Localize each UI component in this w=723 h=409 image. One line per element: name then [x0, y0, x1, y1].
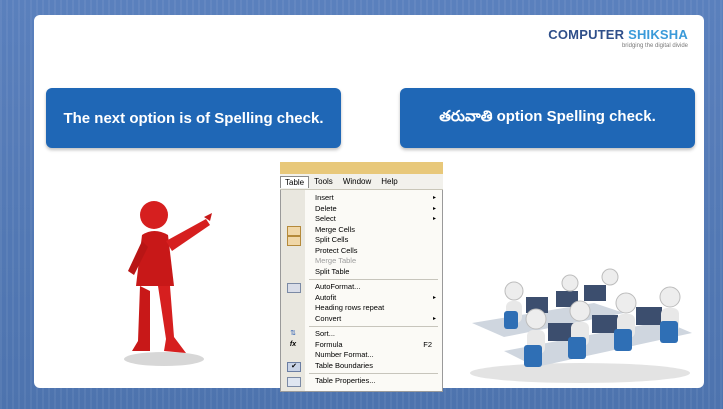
computer-lab-illustration: [470, 268, 692, 383]
logo-tagline: bridging the digital divide: [621, 43, 688, 49]
menu-tools[interactable]: Tools: [309, 177, 338, 186]
menu-separator: [309, 279, 438, 280]
menu-window[interactable]: Window: [338, 177, 376, 186]
menu-item-split-table[interactable]: Split Table: [281, 267, 442, 278]
merge-cells-icon: [287, 225, 301, 236]
logo-text: COMPUTER SHIKSHA: [548, 27, 688, 42]
menu-item-heading-rows-repeat[interactable]: Heading rows repeat: [281, 303, 442, 314]
menu-item-merge-cells[interactable]: Merge Cells: [281, 225, 442, 236]
table-menu-screenshot: Table Tools Window Help Insert ▸ Delete ▸ …: [280, 162, 443, 392]
window-titlebar-strip: [280, 162, 443, 174]
menu-separator: [309, 326, 438, 327]
menu-separator: [309, 373, 438, 374]
menu-table[interactable]: Table: [280, 175, 310, 188]
company-logo: COMPUTER SHIKSHA bridging the digital di…: [548, 27, 688, 49]
menu-item-formula[interactable]: fx Formula F2: [281, 340, 442, 351]
menu-item-table-properties[interactable]: Table Properties...: [281, 376, 442, 387]
menu-item-sort[interactable]: ⇅ Sort...: [281, 329, 442, 340]
logo-text-b: SHIKSHA: [628, 27, 688, 42]
menu-item-merge-table: Merge Table: [315, 256, 357, 265]
menu-help[interactable]: Help: [376, 177, 402, 186]
menu-item-autofit[interactable]: Autofit ▸: [281, 293, 442, 304]
logo-text-a: COMPUTER: [548, 27, 629, 42]
table-properties-icon: [287, 377, 301, 387]
menu-item-protect-cells[interactable]: Protect Cells: [281, 246, 442, 257]
menu-bar: Table Tools Window Help: [280, 174, 443, 190]
slide-card: COMPUTER SHIKSHA bridging the digital di…: [34, 15, 704, 392]
pointing-person-icon: [124, 201, 212, 366]
menu-item-delete[interactable]: Delete ▸: [281, 204, 442, 215]
menu-item-number-format[interactable]: Number Format...: [281, 350, 442, 361]
telugu-caption: తరువాతి option Spelling check.: [400, 88, 695, 148]
menu-item-split-cells[interactable]: Split Cells: [281, 235, 442, 246]
formula-icon: fx: [289, 340, 297, 348]
english-caption: The next option is of Spelling check.: [46, 88, 341, 148]
check-icon: ✔: [287, 361, 301, 372]
menu-item-insert[interactable]: Insert ▸: [281, 193, 442, 204]
table-dropdown: Insert ▸ Delete ▸ Select ▸ Merge Cells Spli…: [280, 190, 443, 392]
menu-item-select[interactable]: Select ▸: [281, 214, 442, 225]
split-cells-icon: [287, 236, 301, 246]
sort-icon: ⇅: [290, 330, 296, 337]
menu-item-convert[interactable]: Convert ▸: [281, 314, 442, 325]
menu-item-table-boundaries[interactable]: ✔ Table Boundaries: [281, 361, 442, 372]
menu-item-autoformat[interactable]: AutoFormat...: [281, 282, 442, 293]
autoformat-icon: [287, 283, 301, 293]
